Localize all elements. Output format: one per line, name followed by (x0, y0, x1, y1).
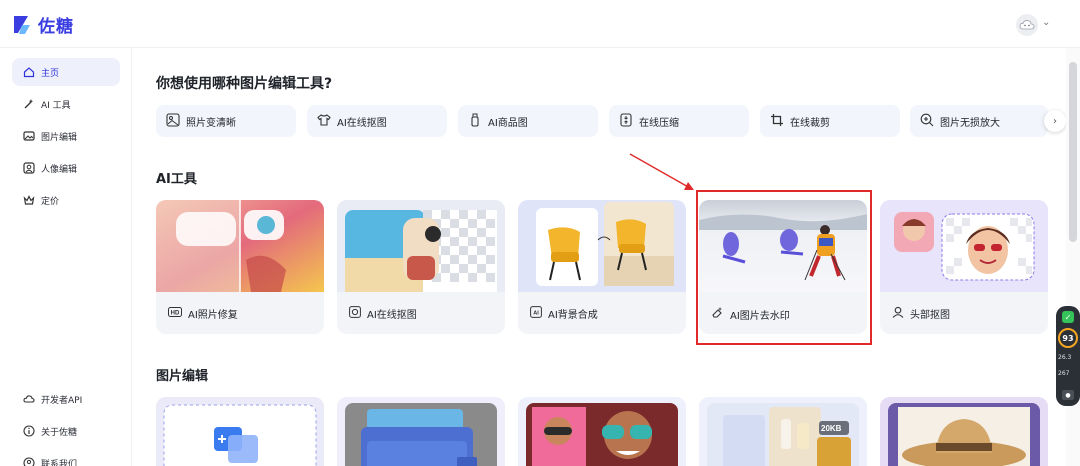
svg-text:AI: AI (533, 310, 539, 316)
ai-tool-card-head-cutout[interactable]: 头部抠图 (880, 200, 1048, 334)
annotation-arrow-icon (629, 153, 694, 190)
quick-tool-crop[interactable]: 在线裁剪 (760, 105, 900, 137)
sidebar-item-label: 联系我们 (41, 459, 78, 466)
quick-tool-label: AI在线抠图 (337, 117, 387, 129)
main-content: 你想使用哪种图片编辑工具? 照片变清晰 AI在线抠图 AI商品图 在线压缩 在线… (134, 48, 1066, 466)
sidebar-item-contact[interactable]: 联系我们 (12, 449, 120, 466)
quick-tool-label: 照片变清晰 (186, 117, 236, 129)
ai-tool-card-photo-restore[interactable]: HD AI照片修复 (156, 200, 324, 334)
sidebar-item-label: 定价 (41, 196, 60, 207)
highlight-box (696, 190, 872, 345)
sidebar-item-home[interactable]: 主页 (12, 58, 120, 86)
quick-tool-upscale[interactable]: 图片无损放大 (910, 105, 1048, 137)
chevron-right-icon: › (1053, 115, 1057, 127)
sidebar-item-about[interactable]: 关于佐糖 (12, 417, 120, 445)
edit-card-portrait[interactable] (518, 397, 686, 466)
sidebar-item-ai-tools[interactable]: AI 工具 (12, 90, 120, 118)
sidebar-item-label: 主页 (41, 68, 60, 79)
sidebar: 主页 AI 工具 图片编辑 人像编辑 定价 开发者API 关于佐糖 联系我们 (0, 48, 132, 466)
top-bar: 佐糖 ⌄ (0, 0, 1080, 48)
cloud-avatar-icon (1019, 20, 1035, 30)
bottle-icon (468, 113, 482, 130)
shield-icon: ✓ (1062, 311, 1074, 323)
svg-text:HD: HD (171, 310, 180, 316)
ai-tool-label: AI在线抠图 (367, 310, 417, 321)
quick-tool-label: AI商品图 (488, 117, 528, 129)
ai-bg-icon: AI (530, 306, 542, 321)
head-icon (892, 306, 904, 321)
sidebar-item-label: 人像编辑 (41, 164, 78, 175)
camera-icon: ● (1062, 390, 1074, 400)
crown-icon (22, 194, 35, 207)
chevron-down-icon[interactable]: ⌄ (1042, 17, 1050, 28)
size-badge: 20KB (821, 424, 842, 433)
quick-tool-enhance[interactable]: 照片变清晰 (156, 105, 296, 137)
home-icon (22, 66, 35, 79)
speed-readout-2: 267 (1058, 370, 1070, 377)
edit-card-compress-size[interactable]: 20KB (699, 397, 867, 466)
score-ring: 93 (1058, 328, 1078, 348)
enhance-icon (166, 112, 180, 130)
cutout-icon (349, 306, 361, 321)
upload-image-icon (156, 397, 324, 466)
card-image (699, 397, 867, 466)
sidebar-item-label: 关于佐糖 (41, 427, 78, 438)
card-image (880, 397, 1048, 466)
sidebar-item-image-edit[interactable]: 图片编辑 (12, 122, 120, 150)
card-image (880, 200, 1048, 292)
scrollbar-thumb[interactable] (1069, 62, 1077, 242)
app-name: 佐糖 (38, 17, 74, 37)
ai-tool-label-row: 头部抠图 (892, 306, 950, 321)
ai-tool-card-cutout[interactable]: AI在线抠图 (337, 200, 505, 334)
ai-tool-card-bg-synthesis[interactable]: AI AI背景合成 (518, 200, 686, 334)
quick-tool-compress[interactable]: 在线压缩 (609, 105, 749, 137)
card-image (156, 200, 324, 292)
card-image (337, 200, 505, 292)
edit-card-upload[interactable] (156, 397, 324, 466)
cloud-api-icon (22, 393, 35, 406)
sidebar-item-label: AI 工具 (41, 100, 71, 111)
info-icon (22, 425, 35, 438)
ai-tool-label: AI照片修复 (188, 310, 238, 321)
ai-tool-label-row: HD AI照片修复 (168, 306, 238, 321)
sidebar-item-label: 图片编辑 (41, 132, 78, 143)
quick-tool-label: 在线压缩 (639, 117, 679, 129)
system-monitor-widget[interactable]: ✓ 93 26.3 267 ● (1056, 306, 1080, 406)
magic-wand-icon (22, 98, 35, 111)
speed-readout-1: 26.3 (1058, 354, 1072, 361)
quick-tool-label: 在线裁剪 (790, 117, 830, 129)
sidebar-item-label: 开发者API (41, 395, 83, 406)
crop-icon (770, 113, 784, 130)
edit-card-hat[interactable] (880, 397, 1048, 466)
card-image (518, 397, 686, 466)
section-title-image-edit: 图片编辑 (156, 369, 209, 384)
tshirt-icon (317, 113, 331, 130)
ai-tool-label: AI背景合成 (548, 310, 598, 321)
logo[interactable]: 佐糖 (12, 12, 74, 37)
page-title: 你想使用哪种图片编辑工具? (156, 76, 333, 92)
section-title-ai-tools: AI工具 (156, 172, 197, 187)
ai-tool-label-row: AI AI背景合成 (530, 306, 598, 321)
ai-tool-label: 头部抠图 (910, 310, 950, 321)
logo-icon (14, 15, 30, 34)
quick-tool-cutout[interactable]: AI在线抠图 (307, 105, 447, 137)
quick-tool-product[interactable]: AI商品图 (458, 105, 598, 137)
card-image (518, 200, 686, 292)
image-edit-icon (22, 130, 35, 143)
compress-icon (619, 112, 633, 130)
sidebar-item-pricing[interactable]: 定价 (12, 186, 120, 214)
sidebar-item-developer-api[interactable]: 开发者API (12, 385, 120, 413)
ai-tool-label-row: AI在线抠图 (349, 306, 417, 321)
sidebar-item-portrait-edit[interactable]: 人像编辑 (12, 154, 120, 182)
portrait-icon (22, 162, 35, 175)
edit-card-compress[interactable] (337, 397, 505, 466)
zoom-in-icon (920, 113, 934, 130)
user-avatar[interactable] (1016, 14, 1038, 36)
contact-icon (22, 457, 35, 466)
card-image (337, 397, 505, 466)
hd-icon: HD (168, 307, 182, 320)
quick-tool-label: 图片无损放大 (940, 117, 1000, 129)
scroll-right-button[interactable]: › (1044, 110, 1066, 132)
